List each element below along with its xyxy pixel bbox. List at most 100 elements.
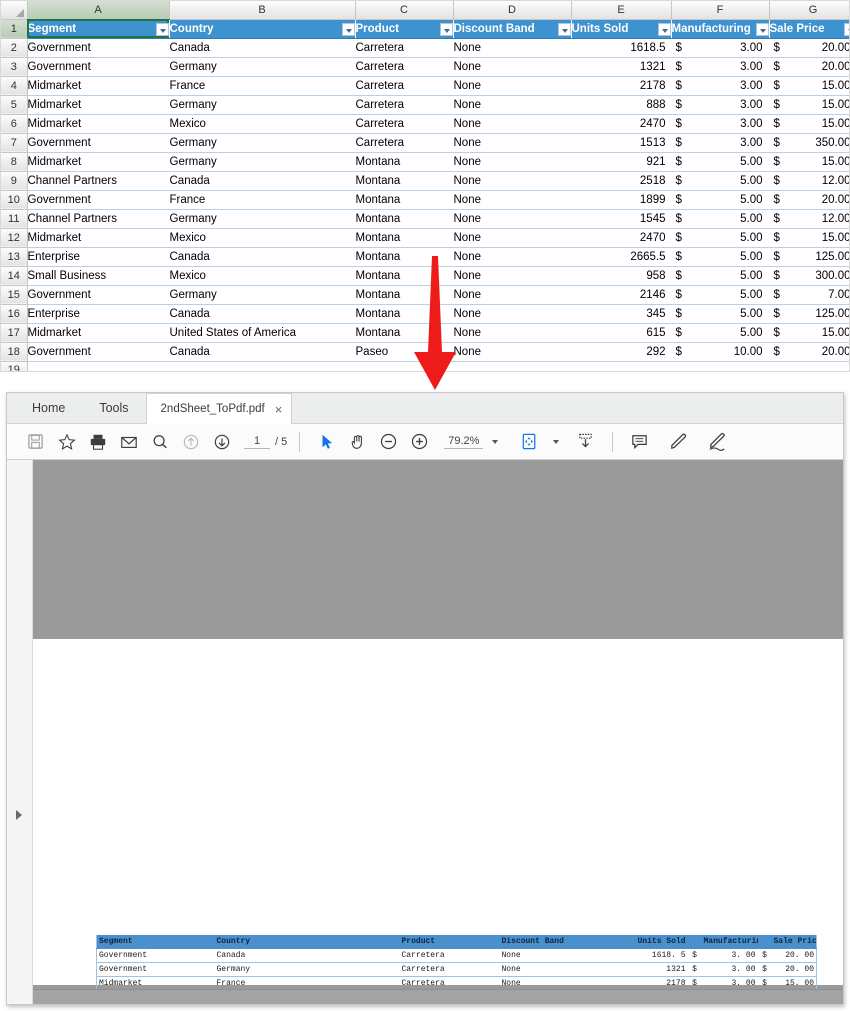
row-header-17[interactable]: 17 [1,323,28,343]
filter-dropdown-icon[interactable] [657,22,670,36]
cell-sale-price[interactable]: $125.00 [769,247,849,267]
table-row[interactable]: 2 Government Canada Carretera None 1618.5 $3.0… [1,38,849,58]
cell-empty[interactable] [769,361,849,371]
cell-product[interactable]: Montana [355,209,453,229]
cell-sale-price[interactable]: $7.00 [769,285,849,305]
table-row[interactable]: 7 Government Germany Carretera None 1513 $3.00… [1,133,849,153]
cell-country[interactable]: France [169,76,355,96]
table-row[interactable]: 5 Midmarket Germany Carretera None 888 $3.00 $1… [1,95,849,115]
table-row[interactable]: 12 Midmarket Mexico Montana None 2470 $5.00 $15… [1,228,849,248]
column-header-c[interactable]: C [355,1,454,20]
cell-empty[interactable] [453,361,571,371]
cell-segment[interactable]: Government [27,285,169,305]
cell-manufacturing-price[interactable]: $5.00 [671,190,769,210]
filter-dropdown-icon[interactable] [439,22,452,36]
cell-sale-price[interactable]: $15.00 [769,95,849,115]
cell-product[interactable]: Carretera [355,95,453,115]
cell-product[interactable]: Montana [355,190,453,210]
expand-navigation-icon[interactable] [16,810,22,820]
cell-units-sold[interactable]: 292 [571,342,671,362]
pdf-document-area[interactable]: Segment Country Product Discount Band Units … [33,460,843,1004]
row-header-10[interactable]: 10 [1,190,28,210]
cell-segment[interactable]: Midmarket [27,228,169,248]
cell-country[interactable]: Germany [169,209,355,229]
cell-country[interactable]: Canada [169,304,355,324]
row-header-12[interactable]: 12 [1,228,28,248]
cell-units-sold[interactable]: 921 [571,152,671,172]
cell-segment[interactable]: Government [27,190,169,210]
cell-country[interactable]: Germany [169,152,355,172]
cell-sale-price[interactable]: $15.00 [769,114,849,134]
star-icon[interactable] [52,428,81,456]
close-icon[interactable]: × [275,403,283,416]
column-header-f[interactable]: F [671,1,770,20]
cell-manufacturing-price[interactable]: $3.00 [671,76,769,96]
cell-product[interactable]: Carretera [355,57,453,77]
cell-sale-price[interactable]: $15.00 [769,323,849,343]
cell-product[interactable]: Carretera [355,76,453,96]
cell-segment[interactable]: Midmarket [27,323,169,343]
cell-country[interactable]: United States of America [169,323,355,343]
cell-country[interactable]: Mexico [169,266,355,286]
tab-home[interactable]: Home [15,393,82,423]
cell-segment[interactable]: Midmarket [27,95,169,115]
table-row[interactable]: 6 Midmarket Mexico Carretera None 2470 $3.00 $1… [1,114,849,134]
cell-country[interactable]: Canada [169,171,355,191]
cell-discount-band[interactable]: None [453,38,571,58]
cell-country[interactable]: Canada [169,247,355,267]
cell-manufacturing-price[interactable]: $3.00 [671,95,769,115]
cell-empty[interactable] [169,361,355,371]
table-row[interactable]: 11 Channel Partners Germany Montana None 1545… [1,209,849,229]
cell-sale-price[interactable]: $300.00 [769,266,849,286]
cell-discount-band[interactable]: None [453,133,571,153]
cell-manufacturing-price[interactable]: $5.00 [671,209,769,229]
cell-segment[interactable]: Small Business [27,266,169,286]
cell-empty[interactable] [671,361,769,371]
header-cell-3[interactable]: Product [355,19,453,39]
cell-discount-band[interactable]: None [453,114,571,134]
comment-icon[interactable] [625,428,654,456]
cell-manufacturing-price[interactable]: $5.00 [671,228,769,248]
cell-manufacturing-price[interactable]: $5.00 [671,171,769,191]
cell-product[interactable]: Carretera [355,114,453,134]
cell-units-sold[interactable]: 1513 [571,133,671,153]
cell-discount-band[interactable]: None [453,342,571,362]
cell-sale-price[interactable]: $20.00 [769,342,849,362]
cell-units-sold[interactable]: 1899 [571,190,671,210]
column-header-e[interactable]: E [571,1,672,20]
cell-segment[interactable]: Enterprise [27,247,169,267]
cell-sale-price[interactable]: $20.00 [769,57,849,77]
search-icon[interactable] [145,428,174,456]
cell-discount-band[interactable]: None [453,304,571,324]
filter-dropdown-icon[interactable] [155,22,168,36]
cell-segment[interactable]: Channel Partners [27,209,169,229]
table-row[interactable]: 3 Government Germany Carretera None 1321 $3.00… [1,57,849,77]
cell-segment[interactable]: Government [27,38,169,58]
filter-dropdown-icon[interactable] [843,22,849,36]
cell-country[interactable]: Germany [169,133,355,153]
cell-manufacturing-price[interactable]: $3.00 [671,57,769,77]
cell-country[interactable]: Canada [169,38,355,58]
cell-country[interactable]: Germany [169,57,355,77]
page-number-input[interactable]: 1 [244,435,270,449]
cell-discount-band[interactable]: None [453,152,571,172]
cell-manufacturing-price[interactable]: $3.00 [671,114,769,134]
cell-units-sold[interactable]: 888 [571,95,671,115]
cell-manufacturing-price[interactable]: $5.00 [671,323,769,343]
table-row[interactable]: 4 Midmarket France Carretera None 2178 $3.00 $1… [1,76,849,96]
cell-units-sold[interactable]: 2470 [571,228,671,248]
tab-document-file[interactable]: 2ndSheet_ToPdf.pdf × [145,393,293,424]
cell-discount-band[interactable]: None [453,323,571,343]
cell-empty[interactable] [27,361,169,371]
horizontal-scrollbar[interactable] [33,989,843,1004]
cell-country[interactable]: France [169,190,355,210]
cell-sale-price[interactable]: $12.00 [769,171,849,191]
highlight-pen-icon[interactable] [664,428,693,456]
cell-manufacturing-price[interactable]: $5.00 [671,247,769,267]
cell-sale-price[interactable]: $12.00 [769,209,849,229]
row-header-5[interactable]: 5 [1,95,28,115]
sign-icon[interactable] [703,428,732,456]
zoom-out-icon[interactable] [374,428,403,456]
cell-empty[interactable] [571,361,671,371]
zoom-in-icon[interactable] [405,428,434,456]
